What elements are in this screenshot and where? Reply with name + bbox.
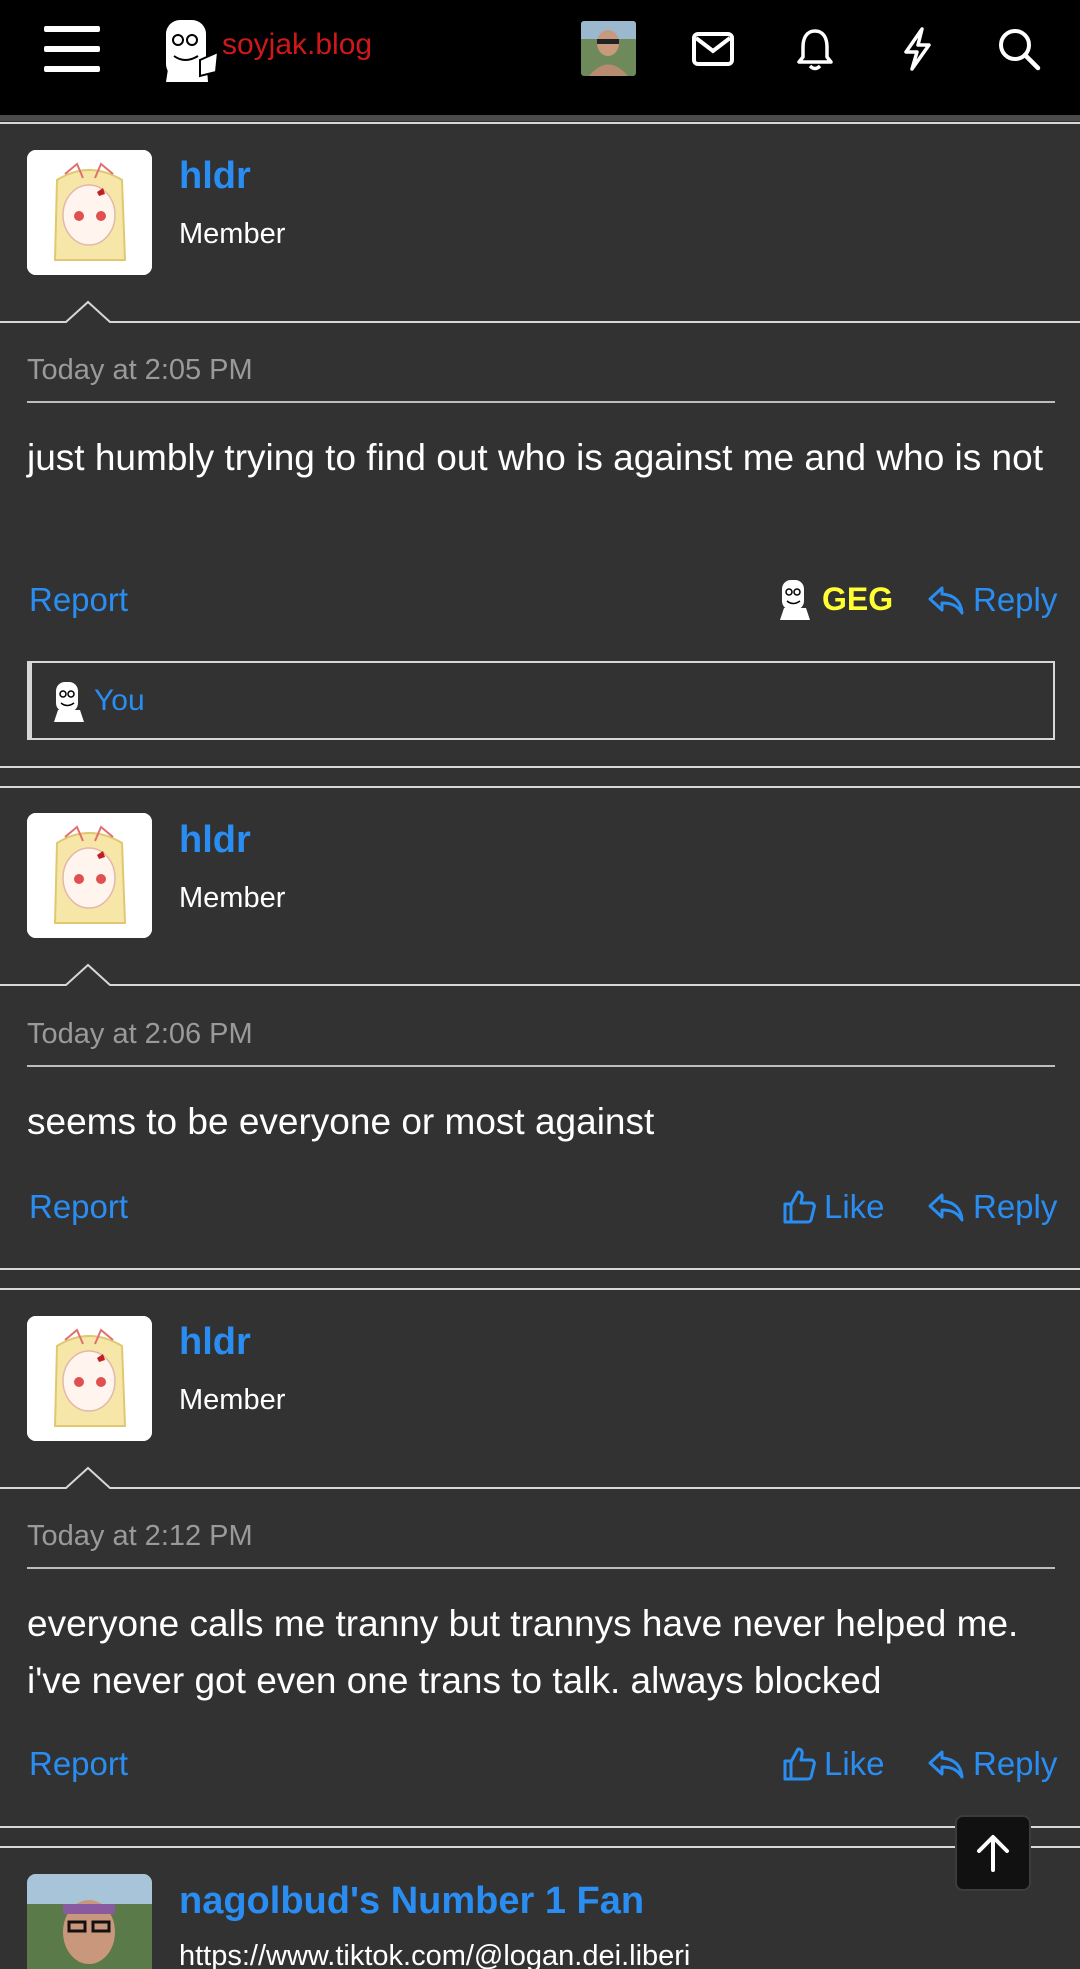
post-separator	[0, 1268, 1080, 1270]
reply-button[interactable]: Reply	[927, 1188, 1057, 1226]
post-arrow-divider	[0, 1466, 1080, 1489]
arrow-up-icon	[977, 1835, 1009, 1872]
like-label: Like	[824, 1745, 885, 1782]
reply-label: Reply	[973, 1188, 1058, 1225]
liked-by-user[interactable]: You	[94, 684, 145, 718]
post-border	[0, 1288, 1080, 1290]
post-message: seems to be everyone or most against	[27, 1101, 655, 1142]
reactions-summary[interactable]: You	[27, 661, 1055, 740]
post-border	[0, 1846, 1080, 1848]
report-link[interactable]: Report	[29, 1745, 128, 1783]
post-divider	[27, 401, 1055, 403]
thumbs-up-icon	[783, 1747, 816, 1781]
geg-reaction-icon	[780, 580, 810, 620]
menu-icon[interactable]	[44, 26, 100, 72]
post-timestamp[interactable]: Today at 2:12 PM	[27, 1520, 253, 1553]
username[interactable]: hldr	[179, 155, 251, 198]
post-arrow-divider	[0, 300, 1080, 323]
username[interactable]: hldr	[179, 1321, 251, 1364]
site-logo[interactable]: soyjak.blog	[160, 16, 372, 82]
avatar[interactable]	[27, 1874, 152, 1969]
report-link[interactable]: Report	[29, 1188, 128, 1226]
user-avatar[interactable]	[581, 21, 636, 76]
reply-button[interactable]: Reply	[927, 581, 1057, 619]
envelope-icon[interactable]	[688, 24, 738, 74]
top-navbar: soyjak.blog	[0, 0, 1080, 115]
post-separator	[0, 766, 1080, 768]
username[interactable]: hldr	[179, 819, 251, 862]
site-name: soyjak.blog	[222, 28, 373, 61]
reaction-button[interactable]: GEG	[776, 578, 893, 620]
avatar[interactable]	[27, 813, 152, 938]
soyjak-logo-icon	[166, 20, 220, 82]
post-divider	[27, 1567, 1055, 1569]
report-link[interactable]: Report	[29, 581, 128, 619]
reaction-label: GEG	[822, 580, 894, 617]
post-timestamp[interactable]: Today at 2:05 PM	[27, 354, 253, 387]
scroll-to-top-button[interactable]	[955, 1815, 1031, 1891]
user-title[interactable]: https://www.tiktok.com/@logan.dei.liberi	[179, 1940, 690, 1969]
bolt-icon[interactable]	[892, 24, 942, 74]
user-title: Member	[179, 218, 286, 250]
post-message: just humbly trying to find out who is ag…	[27, 437, 1043, 478]
like-label: Like	[824, 1188, 885, 1225]
post-separator	[0, 1826, 1080, 1828]
post-message: everyone calls me tranny but trannys hav…	[27, 1603, 1019, 1701]
bell-icon[interactable]	[790, 24, 840, 74]
post-border	[0, 122, 1080, 124]
like-button[interactable]: Like	[782, 1745, 885, 1783]
reply-icon	[928, 1750, 964, 1779]
post-border	[0, 786, 1080, 788]
post-divider	[27, 1065, 1055, 1067]
search-icon[interactable]	[994, 24, 1044, 74]
reply-icon	[928, 586, 964, 615]
reaction-icon	[54, 681, 84, 722]
user-title: Member	[179, 882, 286, 914]
avatar[interactable]	[27, 150, 152, 275]
username[interactable]: nagolbud's Number 1 Fan	[179, 1880, 644, 1923]
post-arrow-divider	[0, 963, 1080, 986]
thumbs-up-icon	[783, 1190, 816, 1224]
header-shadow	[0, 115, 1080, 121]
like-button[interactable]: Like	[782, 1188, 885, 1226]
avatar[interactable]	[27, 1316, 152, 1441]
user-title: Member	[179, 1384, 286, 1416]
reply-button[interactable]: Reply	[927, 1745, 1057, 1783]
reply-label: Reply	[973, 1745, 1058, 1782]
reply-icon	[928, 1193, 964, 1222]
reply-label: Reply	[973, 581, 1058, 618]
post-timestamp[interactable]: Today at 2:06 PM	[27, 1018, 253, 1051]
